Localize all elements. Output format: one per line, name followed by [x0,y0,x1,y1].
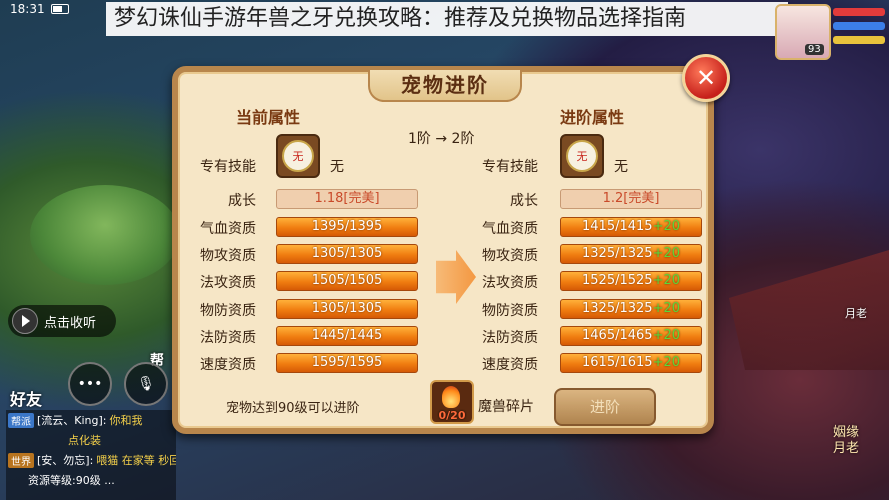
stat-label: 法攻资质 [200,275,256,292]
stat-bar-current: 1395/1395 [276,217,418,237]
dialog-title: 宠物进阶 [368,70,522,102]
stat-bar-advanced: 1415/1415+20 [560,217,702,237]
stat-value-advanced: 1465/1465 [582,327,653,343]
skill-slot-icon[interactable]: 无 [276,134,320,178]
skill-value-current: 无 [330,159,344,175]
player-hud[interactable]: 93 [769,0,889,60]
microphone-icon[interactable]: 🎙 [124,362,168,406]
stat-bonus: +20 [652,219,680,234]
stat-bar-advanced: 1325/1325+20 [560,298,702,319]
stage-transition: 1阶 → 2阶 [408,131,475,147]
skill-none-icon: 无 [282,140,314,172]
stat-bonus: +20 [652,355,680,370]
growth-advanced: 1.2[完美] [560,189,702,209]
stat-value-advanced: 1325/1325 [582,246,653,262]
npc-title-line: 姻缘 [832,425,859,440]
npc-name-label[interactable]: 月老 [845,305,867,321]
stat-bar-advanced: 1465/1465+20 [560,325,702,346]
skill-none-icon: 无 [566,140,598,172]
skill-value-advanced: 无 [614,159,628,175]
close-x-icon[interactable]: ✕ [682,54,730,102]
stat-label: 法防资质 [200,329,256,346]
stat-value-advanced: 1415/1415 [582,219,653,234]
stat-label: 气血资质 [200,221,256,237]
chat-line: 世界 [安、勿忘]: 喂猫 在家等 秒回 [6,450,176,470]
listen-toggle-button[interactable]: 点击收听 [8,305,116,337]
chat-line: 点化装 [6,430,176,450]
mp-bar [833,22,885,30]
stat-label: 物防资质 [482,302,538,319]
chat-message: 资源等级:90级 ... [28,474,115,487]
stat-bar-current: 1305/1305 [276,244,418,265]
battery-icon [50,4,69,14]
skill-label: 专有技能 [482,159,538,175]
stat-label: 法防资质 [482,329,538,346]
current-attributes-header: 当前属性 [236,108,301,127]
chat-message: 你和我 [109,414,143,427]
flame-icon [442,386,460,408]
stat-bar-advanced: 1525/1525+20 [560,271,702,292]
stat-label: 速度资质 [200,357,256,373]
stat-bar-current: 1505/1505 [276,271,418,292]
level-requirement-note: 宠物达到90级可以进阶 [226,401,360,416]
stat-label: 物防资质 [200,302,256,319]
chat-channel-tag: 世界 [8,452,34,468]
chat-bubble-icon[interactable]: ••• [68,362,112,406]
chat-sender: [流云、King]: [37,414,107,427]
stat-bar-current: 1595/1595 [276,353,418,373]
stat-bar-current: 1445/1445 [276,325,418,346]
chat-channel-tag: 帮派 [8,412,34,428]
listen-toggle-label: 点击收听 [44,315,97,331]
lotus-leaf-decoration [30,185,180,285]
stat-value-advanced: 1615/1615 [582,355,653,370]
npc-title-line: 月老 [832,441,859,456]
skill-label: 专有技能 [200,159,256,175]
friends-button[interactable]: 好友 [10,386,42,410]
xp-bar [833,36,885,44]
growth-label: 成长 [228,193,256,209]
stat-bar-current: 1305/1305 [276,298,418,319]
stat-bonus: +20 [652,300,680,316]
stat-value-advanced: 1525/1525 [582,273,653,289]
growth-label: 成长 [510,193,538,209]
stat-bonus: +20 [652,327,680,343]
skill-slot-icon[interactable]: 无 [560,134,604,178]
pet-advancement-dialog: 宠物进阶 ✕ 当前属性 进阶属性 1阶 → 2阶 专有技能 无 无 专有技能 无… [172,54,730,434]
growth-current: 1.18[完美] [276,189,418,209]
stat-value-advanced: 1325/1325 [582,300,653,316]
clock: 18:31 [10,2,45,16]
material-count: 0/20 [438,409,466,422]
chat-line: 帮派 [流云、King]: 你和我 [6,410,176,430]
stat-bonus: +20 [652,246,680,262]
stat-bar-advanced: 1615/1615+20 [560,353,702,373]
material-name: 魔兽碎片 [478,399,534,415]
beast-shard-icon[interactable]: 0/20 [430,380,474,424]
hp-bar [833,8,885,16]
advanced-attributes-header: 进阶属性 [560,108,625,127]
stat-bar-advanced: 1325/1325+20 [560,244,702,265]
stat-label: 速度资质 [482,357,538,373]
npc-title-label[interactable]: 姻缘 月老 [833,425,859,457]
stat-bonus: +20 [652,273,680,289]
stat-label: 物攻资质 [482,248,538,265]
article-headline: 梦幻诛仙手游年兽之牙兑换攻略：推荐及兑换物品选择指南 [106,2,788,36]
advance-button[interactable]: 进阶 [554,388,656,426]
chat-message: 点化装 [68,434,101,447]
play-icon [12,308,38,334]
stat-label: 法攻资质 [482,275,538,292]
chat-log[interactable]: 帮派 [流云、King]: 你和我 点化装 世界 [安、勿忘]: 喂猫 在家等 … [6,410,176,500]
chat-line: 资源等级:90级 ... [6,470,176,490]
arrow-right-icon [436,250,476,304]
stat-label: 物攻资质 [200,248,256,265]
chat-sender: [安、勿忘]: [37,454,94,467]
player-level-badge: 93 [805,44,824,55]
chat-message: 喂猫 在家等 秒回 [96,454,176,467]
stat-label: 气血资质 [482,221,538,237]
